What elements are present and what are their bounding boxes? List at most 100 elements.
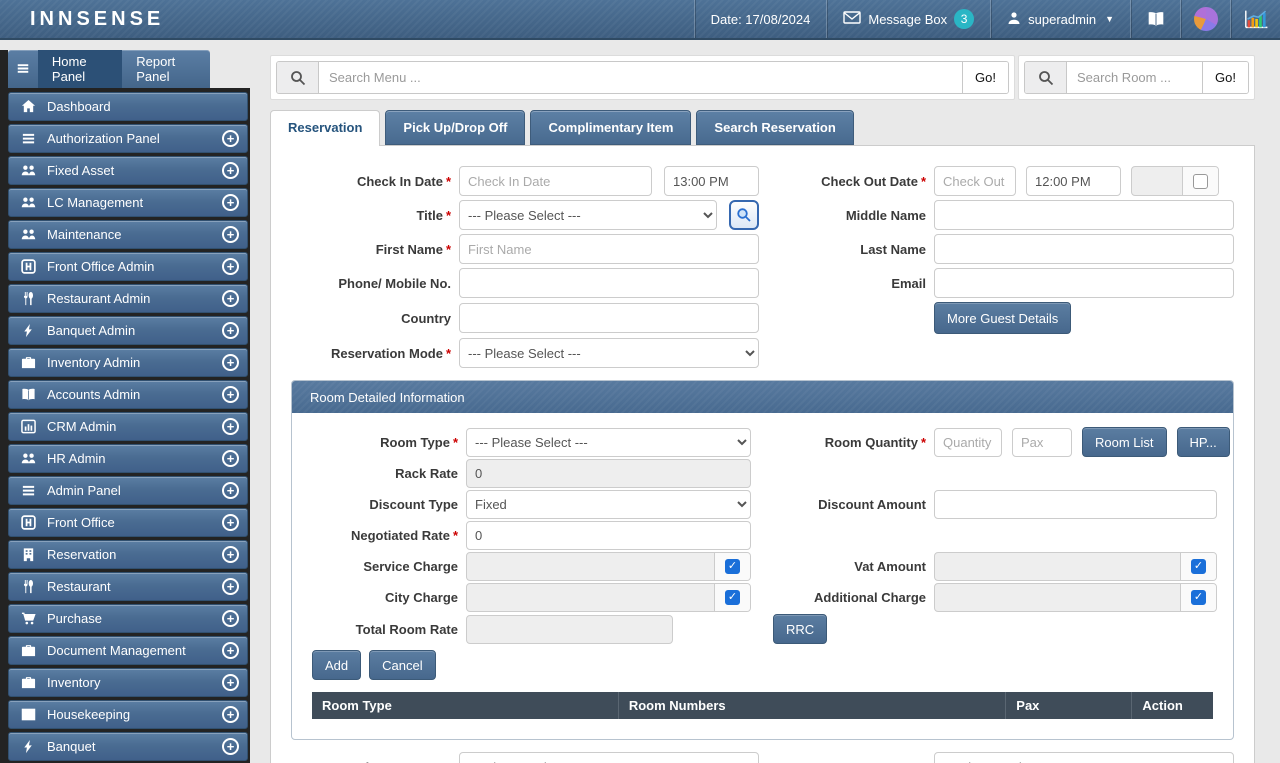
room-type-select[interactable]: --- Please Select --- — [466, 428, 751, 457]
middle-name-input[interactable] — [934, 200, 1234, 230]
expand-plus-icon[interactable]: + — [222, 162, 239, 179]
hamburger-menu-icon[interactable] — [8, 50, 38, 88]
middle-name-label: Middle Name — [759, 208, 926, 223]
negotiated-rate-input[interactable] — [466, 521, 751, 550]
discount-type-select[interactable]: Fixed — [466, 490, 751, 519]
vat-amount-checkbox[interactable]: ✓ — [1191, 559, 1206, 574]
guest-search-magnifier-button[interactable] — [729, 200, 759, 230]
room-detail-panel: Room Detailed Information Room Type* ---… — [291, 380, 1234, 740]
sidebar-tab-report-panel[interactable]: Report Panel — [122, 50, 210, 88]
search-room-go-button[interactable]: Go! — [1202, 62, 1248, 93]
more-guest-details-button[interactable]: More Guest Details — [934, 302, 1071, 334]
negotiated-rate-label: Negotiated Rate* — [308, 528, 458, 543]
expand-plus-icon[interactable]: + — [222, 130, 239, 147]
phone-input[interactable] — [459, 268, 759, 298]
username-text: superadmin — [1028, 12, 1096, 27]
sidebar-item-lc-management[interactable]: LC Management+ — [8, 188, 248, 217]
rrc-button[interactable]: RRC — [773, 614, 827, 644]
expand-plus-icon[interactable]: + — [222, 354, 239, 371]
expand-plus-icon[interactable]: + — [222, 514, 239, 531]
city-charge-checkbox[interactable]: ✓ — [725, 590, 740, 605]
reservation-tab-bar: ReservationPick Up/Drop OffComplimentary… — [270, 110, 1255, 145]
sidebar-item-banquet-admin[interactable]: Banquet Admin + — [8, 316, 248, 345]
expand-plus-icon[interactable]: + — [222, 578, 239, 595]
sidebar-item-front-office[interactable]: Front Office+ — [8, 508, 248, 537]
service-charge-checkbox[interactable]: ✓ — [725, 559, 740, 574]
sidebar-item-maintenance[interactable]: Maintenance+ — [8, 220, 248, 249]
tab-reservation[interactable]: Reservation — [270, 110, 380, 146]
check-in-time-input[interactable] — [664, 166, 759, 196]
sidebar-item-front-office-admin[interactable]: Front Office Admin+ — [8, 252, 248, 281]
expand-plus-icon[interactable]: + — [222, 194, 239, 211]
sidebar-item-crm-admin[interactable]: CRM Admin+ — [8, 412, 248, 441]
search-room-input[interactable] — [1067, 62, 1202, 93]
sidebar-item-inventory-admin[interactable]: Inventory Admin+ — [8, 348, 248, 377]
sidebar-item-label: Banquet Admin — [47, 323, 135, 338]
table-header-pax: Pax — [1006, 692, 1132, 719]
expand-plus-icon[interactable]: + — [222, 482, 239, 499]
hp-button[interactable]: HP... — [1177, 427, 1230, 457]
sidebar-item-housekeeping[interactable]: Housekeeping+ — [8, 700, 248, 729]
reservation-mode-select[interactable]: --- Please Select --- — [459, 338, 759, 368]
expand-plus-icon[interactable]: + — [222, 642, 239, 659]
check-out-hold-field — [1132, 167, 1182, 195]
check-in-date-input[interactable] — [459, 166, 652, 196]
pie-chart-icon[interactable] — [1180, 0, 1230, 38]
expand-plus-icon[interactable]: + — [222, 226, 239, 243]
sidebar-item-dashboard[interactable]: Dashboard — [8, 92, 248, 121]
title-select[interactable]: --- Please Select --- — [459, 200, 717, 230]
expand-plus-icon[interactable]: + — [222, 674, 239, 691]
expand-plus-icon[interactable]: + — [222, 290, 239, 307]
sidebar-item-reservation[interactable]: Reservation+ — [8, 540, 248, 569]
tab-complimentary-item[interactable]: Complimentary Item — [530, 110, 691, 145]
expand-plus-icon[interactable]: + — [222, 610, 239, 627]
bar-chart-icon[interactable] — [1230, 0, 1280, 38]
market-segment-select[interactable]: --- Please Select --- — [459, 752, 759, 763]
vat-amount-label: Vat Amount — [751, 559, 926, 574]
room-quantity-input[interactable] — [934, 428, 1002, 457]
check-out-date-input[interactable] — [934, 166, 1016, 196]
search-menu-go-button[interactable]: Go! — [962, 62, 1008, 93]
discount-amount-input[interactable] — [934, 490, 1217, 519]
sidebar-item-banquet[interactable]: Banquet+ — [8, 732, 248, 761]
sidebar-tab-home-panel[interactable]: Home Panel — [38, 50, 122, 88]
sidebar-item-document-management[interactable]: Document Management+ — [8, 636, 248, 665]
expand-plus-icon[interactable]: + — [222, 706, 239, 723]
expand-plus-icon[interactable]: + — [222, 546, 239, 563]
expand-plus-icon[interactable]: + — [222, 450, 239, 467]
last-name-input[interactable] — [934, 234, 1234, 264]
sidebar-item-purchase[interactable]: Purchase+ — [8, 604, 248, 633]
expand-plus-icon[interactable]: + — [222, 418, 239, 435]
sidebar-item-hr-admin[interactable]: HR Admin+ — [8, 444, 248, 473]
first-name-input[interactable] — [459, 234, 759, 264]
night-audit-book-icon[interactable] — [1130, 0, 1180, 38]
search-menu-input[interactable] — [319, 62, 962, 93]
room-list-button[interactable]: Room List — [1082, 427, 1167, 457]
expand-plus-icon[interactable]: + — [222, 258, 239, 275]
sidebar-item-authorization-panel[interactable]: Authorization Panel+ — [8, 124, 248, 153]
sidebar-item-restaurant-admin[interactable]: Restaurant Admin+ — [8, 284, 248, 313]
additional-charge-checkbox[interactable]: ✓ — [1191, 590, 1206, 605]
expand-plus-icon[interactable]: + — [222, 386, 239, 403]
sidebar-item-admin-panel[interactable]: Admin Panel + — [8, 476, 248, 505]
check-out-time-input[interactable] — [1026, 166, 1121, 196]
sidebar-item-label: Restaurant — [47, 579, 111, 594]
guest-source-select[interactable]: --- Please Select --- — [934, 752, 1234, 763]
sidebar-item-label: Admin Panel — [47, 483, 121, 498]
cancel-button[interactable]: Cancel — [369, 650, 435, 680]
sidebar-item-restaurant[interactable]: Restaurant + — [8, 572, 248, 601]
email-input[interactable] — [934, 268, 1234, 298]
tab-pick-up-drop-off[interactable]: Pick Up/Drop Off — [385, 110, 525, 145]
country-input[interactable] — [459, 303, 759, 333]
room-pax-input[interactable] — [1012, 428, 1072, 457]
expand-plus-icon[interactable]: + — [222, 738, 239, 755]
user-menu-button[interactable]: superadmin ▼ — [990, 0, 1130, 38]
add-button[interactable]: Add — [312, 650, 361, 680]
sidebar-item-inventory[interactable]: Inventory+ — [8, 668, 248, 697]
tab-search-reservation[interactable]: Search Reservation — [696, 110, 853, 145]
check-out-hold-checkbox[interactable] — [1193, 174, 1208, 189]
sidebar-item-accounts-admin[interactable]: Accounts Admin+ — [8, 380, 248, 409]
expand-plus-icon[interactable]: + — [222, 322, 239, 339]
sidebar-item-fixed-asset[interactable]: Fixed Asset+ — [8, 156, 248, 185]
message-box-button[interactable]: Message Box 3 — [826, 0, 990, 38]
